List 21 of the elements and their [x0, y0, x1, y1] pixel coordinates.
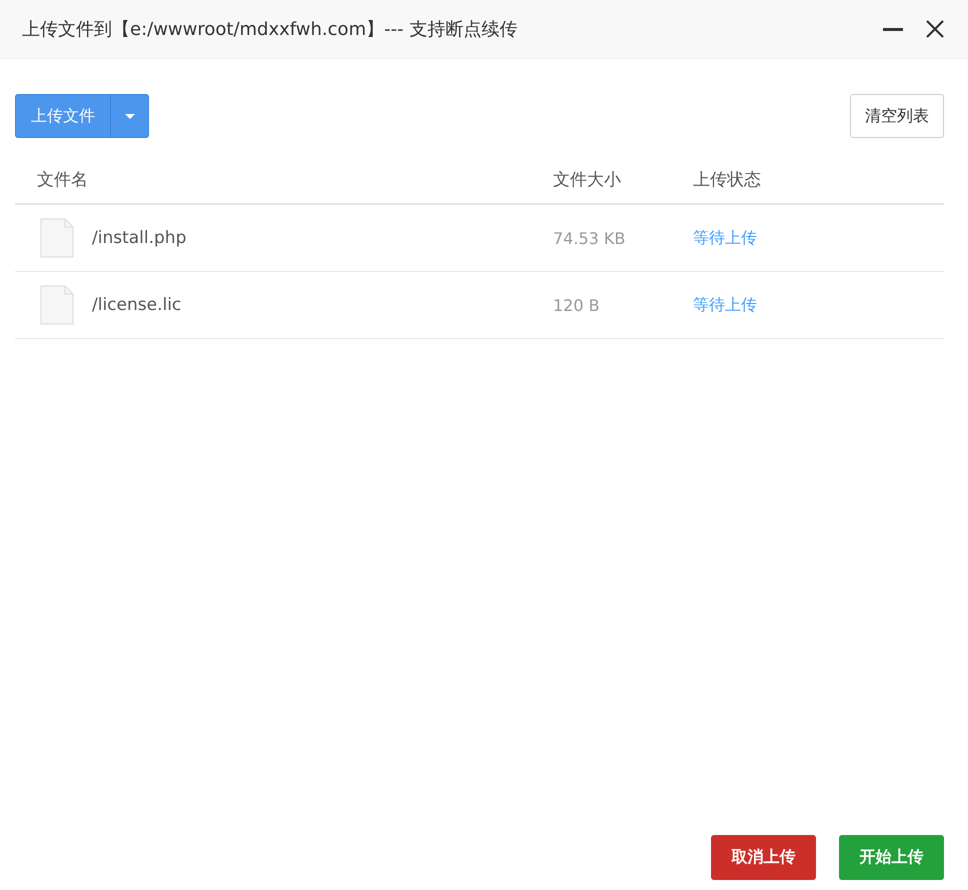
upload-status: 等待上传	[692, 228, 757, 246]
clear-list-button[interactable]: 清空列表	[850, 94, 944, 138]
upload-status: 等待上传	[692, 294, 757, 314]
caret-icon	[124, 114, 134, 118]
file-name: /license.lic	[92, 295, 182, 315]
file-icon	[40, 285, 74, 325]
upload-split-button[interactable]: 上传文件	[15, 94, 149, 138]
close-button[interactable]	[924, 18, 946, 40]
minimize-icon	[883, 28, 903, 30]
start-upload-button[interactable]: 开始上传	[839, 835, 944, 880]
window-title: 上传文件到【e:/wwwroot/mdxxfwh.com】--- 支持断点续传	[22, 18, 518, 41]
file-size: 74.53 KB	[552, 228, 626, 248]
cancel-upload-button[interactable]: 取消上传	[711, 835, 816, 880]
close-icon	[926, 20, 944, 38]
file-icon	[40, 218, 74, 258]
column-header: 上传状态	[692, 168, 762, 190]
upload-button[interactable]: 上传文件	[16, 95, 110, 137]
file-name: /install.php	[92, 228, 186, 248]
column-header: 文件名	[36, 168, 89, 190]
file-size: 120 B	[552, 296, 601, 314]
column-header: 文件大小	[552, 168, 622, 190]
